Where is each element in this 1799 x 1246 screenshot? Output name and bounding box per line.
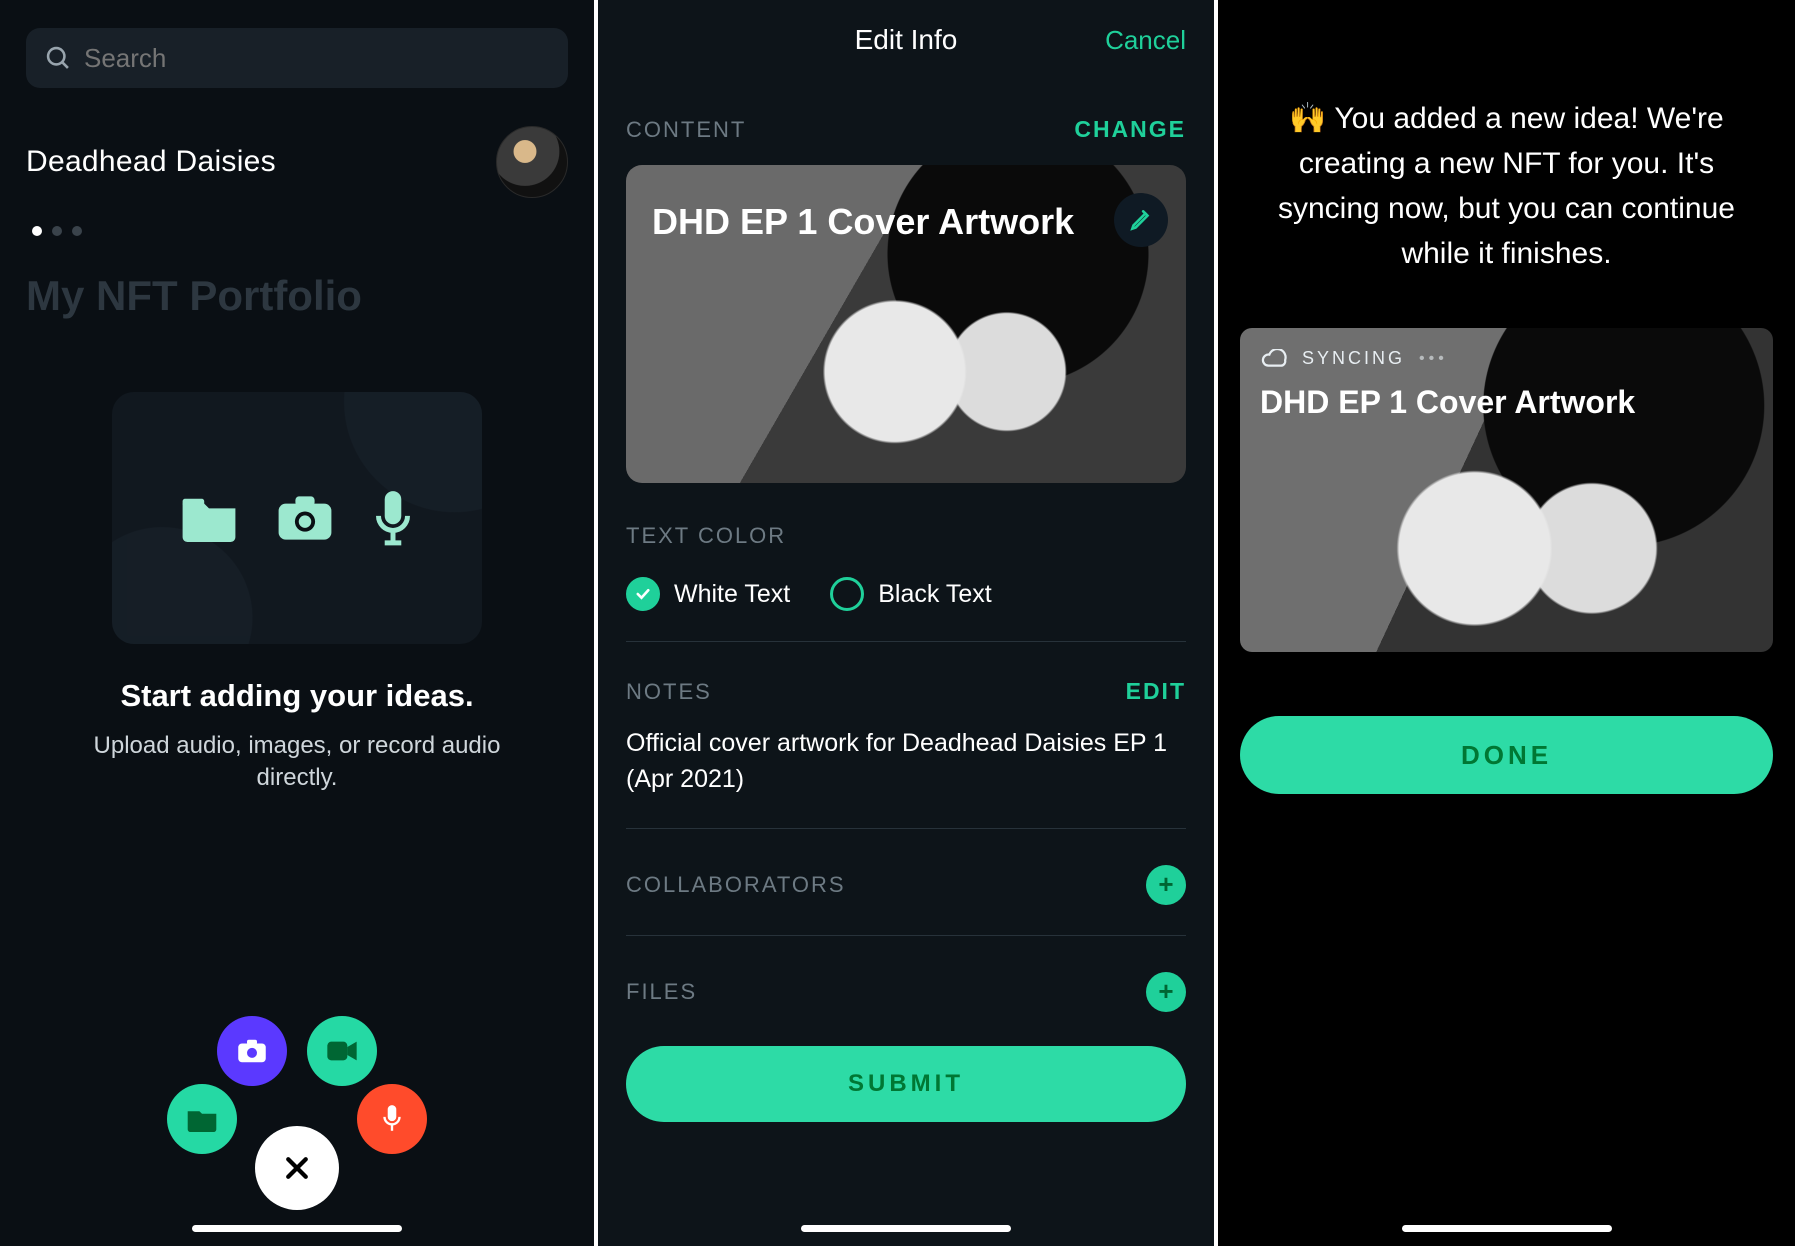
microphone-icon — [371, 489, 415, 547]
start-subtitle: Upload audio, images, or record audio di… — [87, 730, 507, 795]
page-dot[interactable] — [32, 226, 42, 236]
video-icon — [326, 1039, 358, 1063]
camera-icon — [237, 1038, 267, 1064]
home-indicator — [1402, 1225, 1612, 1232]
fab-camera[interactable] — [217, 1016, 287, 1086]
topbar: Edit Info Cancel — [598, 0, 1214, 80]
radio-white-text[interactable]: White Text — [626, 577, 790, 611]
search-input[interactable] — [84, 43, 550, 74]
nft-card[interactable]: SYNCING ••• DHD EP 1 Cover Artwork — [1240, 328, 1773, 652]
folder-icon — [179, 494, 239, 542]
submit-button[interactable]: SUBMIT — [626, 1046, 1186, 1122]
cover-preview[interactable]: DHD EP 1 Cover Artwork — [626, 165, 1186, 483]
fab-folder[interactable] — [167, 1084, 237, 1154]
edit-title-button[interactable] — [1114, 193, 1168, 247]
microphone-icon — [381, 1104, 403, 1134]
search-bar[interactable] — [26, 28, 568, 88]
plus-icon: + — [1158, 869, 1173, 900]
cover-title: DHD EP 1 Cover Artwork — [652, 201, 1074, 243]
folder-icon — [186, 1106, 218, 1132]
fab-mic[interactable] — [357, 1084, 427, 1154]
files-label: FILES — [626, 979, 697, 1005]
search-icon — [44, 44, 72, 72]
card-title: DHD EP 1 Cover Artwork — [1260, 384, 1635, 421]
page-dots — [32, 226, 594, 236]
cloud-icon — [1260, 349, 1288, 369]
brand-name: Deadhead Daisies — [26, 145, 276, 179]
plus-icon: + — [1158, 976, 1173, 1007]
portfolio-title: My NFT Portfolio — [26, 272, 594, 320]
notes-label: NOTES — [626, 679, 712, 705]
radio-dot-selected — [626, 577, 660, 611]
fab-cluster — [157, 998, 437, 1218]
page-dot[interactable] — [72, 226, 82, 236]
sync-label: SYNCING — [1302, 348, 1405, 369]
close-icon — [282, 1153, 312, 1183]
edit-notes-button[interactable]: EDIT — [1126, 678, 1186, 705]
add-collaborator-button[interactable]: + — [1146, 865, 1186, 905]
screen-portfolio: Deadhead Daisies My NFT Portfolio Start … — [0, 0, 598, 1246]
page-title: Edit Info — [855, 24, 958, 56]
add-file-button[interactable]: + — [1146, 972, 1186, 1012]
camera-icon — [275, 494, 335, 542]
notes-text: Official cover artwork for Deadhead Dais… — [626, 725, 1186, 798]
radio-black-text[interactable]: Black Text — [830, 577, 991, 611]
pencil-icon — [1128, 207, 1154, 233]
fab-video[interactable] — [307, 1016, 377, 1086]
home-indicator — [801, 1225, 1011, 1232]
textcolor-label: TEXT COLOR — [626, 523, 786, 549]
upload-card[interactable] — [112, 392, 482, 644]
change-button[interactable]: CHANGE — [1074, 116, 1186, 143]
collaborators-label: COLLABORATORS — [626, 872, 846, 898]
content-label: CONTENT — [626, 117, 746, 143]
done-button[interactable]: DONE — [1240, 716, 1773, 794]
radio-label: Black Text — [878, 580, 991, 609]
radio-label: White Text — [674, 580, 790, 609]
success-message: 🙌 You added a new idea! We're creating a… — [1258, 96, 1755, 276]
cancel-button[interactable]: Cancel — [1105, 25, 1186, 56]
loading-dots-icon: ••• — [1419, 350, 1448, 368]
start-title: Start adding your ideas. — [0, 678, 594, 714]
avatar[interactable] — [496, 126, 568, 198]
screen-edit-info: Edit Info Cancel CONTENT CHANGE DHD EP 1… — [598, 0, 1218, 1246]
home-indicator — [192, 1225, 402, 1232]
screen-success: 🙌 You added a new idea! We're creating a… — [1218, 0, 1799, 1246]
radio-dot — [830, 577, 864, 611]
fab-close[interactable] — [255, 1126, 339, 1210]
sync-status: SYNCING ••• — [1260, 348, 1448, 369]
page-dot[interactable] — [52, 226, 62, 236]
